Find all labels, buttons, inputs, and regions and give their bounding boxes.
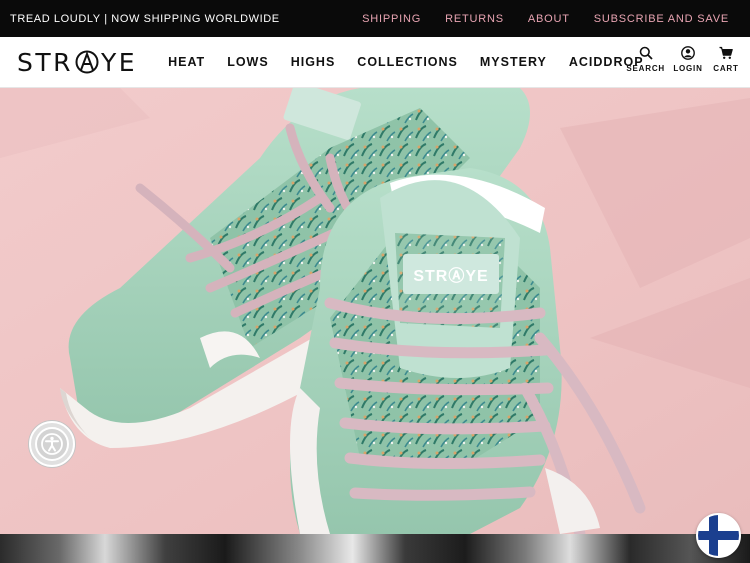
search-button[interactable]: SEARCH (626, 46, 665, 73)
about-link[interactable]: ABOUT (528, 13, 570, 25)
cart-button[interactable]: CART (711, 46, 741, 73)
logo-text-end: YE (101, 47, 138, 77)
cart-label: CART (713, 64, 739, 73)
site-logo[interactable]: STR YE (17, 48, 137, 77)
site-header: STR YE HEAT LOWS HIGHS COLLECTIONS MYSTE… (0, 37, 750, 88)
hero-banner[interactable]: STRⒶYE (0, 88, 750, 534)
hero-sneakers-image: STRⒶYE (0, 88, 750, 534)
nav-heat[interactable]: HEAT (168, 55, 205, 69)
login-button[interactable]: LOGIN (673, 46, 703, 73)
returns-link[interactable]: RETURNS (445, 13, 504, 25)
user-icon (681, 46, 695, 60)
nav-collections[interactable]: COLLECTIONS (357, 55, 458, 69)
accessibility-icon (41, 433, 63, 455)
login-label: LOGIN (673, 64, 703, 73)
next-section-preview (0, 534, 750, 563)
search-label: SEARCH (626, 64, 665, 73)
nav-mystery[interactable]: MYSTERY (480, 55, 547, 69)
finland-flag-icon (698, 515, 739, 556)
main-nav: HEAT LOWS HIGHS COLLECTIONS MYSTERY ACID… (168, 55, 665, 69)
announcement-text: TREAD LOUDLY | NOW SHIPPING WORLDWIDE (10, 12, 280, 25)
search-icon (639, 46, 653, 60)
accessibility-button[interactable] (29, 421, 75, 467)
nav-lows[interactable]: LOWS (227, 55, 269, 69)
tongue-label: STRⒶYE (413, 266, 488, 285)
utility-nav: SEARCH LOGIN CART (626, 46, 741, 73)
subscribe-and-save-link[interactable]: SUBSCRIBE AND SAVE (594, 13, 729, 25)
shipping-link[interactable]: SHIPPING (362, 13, 421, 25)
cart-icon (719, 46, 733, 59)
announcement-bar: TREAD LOUDLY | NOW SHIPPING WORLDWIDE SH… (0, 0, 750, 37)
country-selector-button[interactable] (696, 513, 741, 558)
logo-text-start: STR (17, 47, 74, 77)
logo-anarchy-a-icon (75, 50, 99, 74)
nav-highs[interactable]: HIGHS (291, 55, 336, 69)
top-links: SHIPPING RETURNS ABOUT SUBSCRIBE AND SAV… (362, 13, 729, 25)
